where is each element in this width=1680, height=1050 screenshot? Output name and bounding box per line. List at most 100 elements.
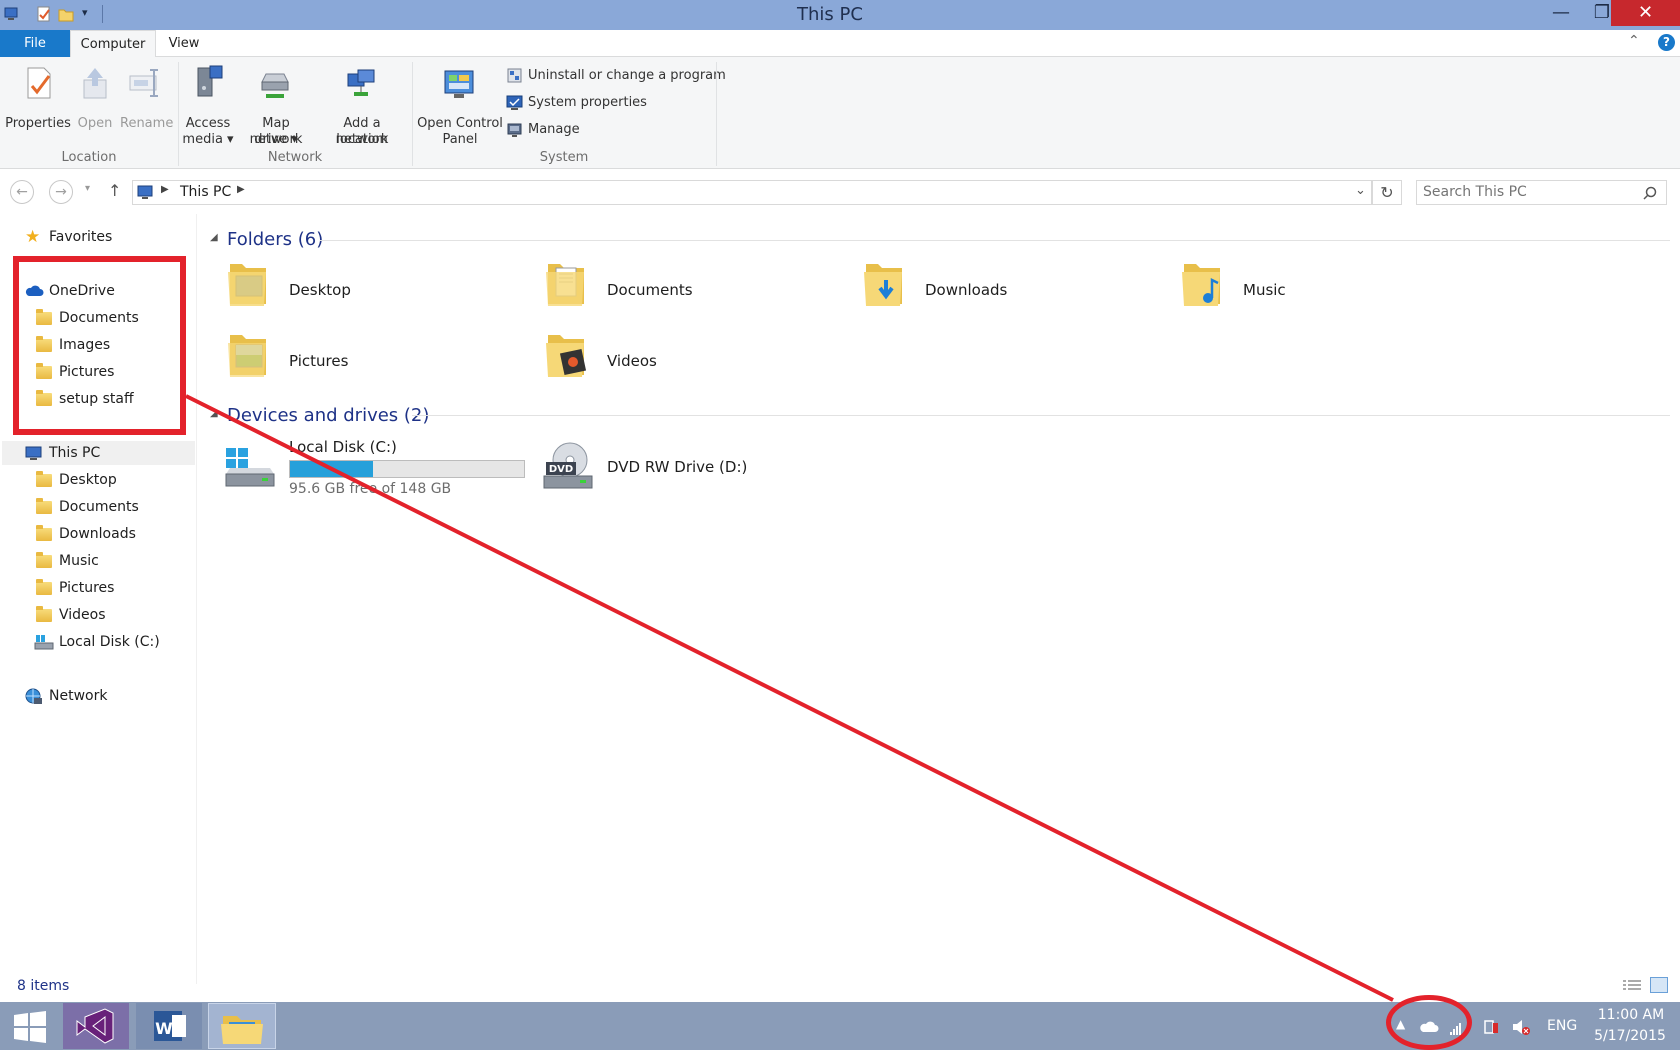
folder-tile-downloads[interactable]: Downloads bbox=[860, 258, 1160, 320]
forward-button[interactable]: → bbox=[49, 180, 73, 204]
nav-music[interactable]: Music bbox=[34, 549, 184, 573]
tab-file[interactable]: File bbox=[0, 30, 70, 57]
nav-desktop[interactable]: Desktop bbox=[34, 468, 184, 492]
nav-network-label: Network bbox=[49, 688, 108, 704]
nav-item-label: Desktop bbox=[59, 472, 117, 488]
window-title: This PC bbox=[797, 4, 863, 25]
collapse-drives-icon[interactable]: ◢ bbox=[210, 408, 218, 419]
breadcrumb-this-pc[interactable]: This PC bbox=[180, 184, 231, 200]
this-pc-icon bbox=[25, 446, 42, 460]
search-input[interactable] bbox=[1423, 184, 1633, 200]
nav-item-label: Pictures bbox=[59, 580, 115, 596]
folder-tile-desktop[interactable]: Desktop bbox=[224, 258, 524, 320]
input-language-indicator[interactable]: ENG bbox=[1547, 1018, 1577, 1034]
start-button[interactable] bbox=[10, 1009, 50, 1045]
ribbon-tab-bar bbox=[0, 30, 1680, 57]
drive-tile-local-disk[interactable]: Local Disk (C:) 95.6 GB free of 148 GB bbox=[220, 434, 530, 500]
system-group-label: System bbox=[539, 150, 589, 165]
open-icon bbox=[83, 68, 107, 99]
address-dropdown-icon[interactable]: ⌄ bbox=[1355, 183, 1366, 198]
close-button[interactable]: ✕ bbox=[1611, 0, 1680, 26]
folder-tile-pictures[interactable]: Pictures bbox=[224, 329, 524, 391]
collapse-ribbon-icon[interactable]: ⌃ bbox=[1628, 33, 1640, 49]
up-button[interactable]: ↑ bbox=[108, 181, 121, 200]
open-button[interactable]: Open bbox=[74, 64, 116, 146]
control-panel-label-1: Open Control bbox=[417, 116, 503, 131]
network-icon bbox=[25, 688, 42, 704]
drives-section-header[interactable]: Devices and drives (2) bbox=[227, 405, 429, 426]
documents-folder-icon bbox=[546, 264, 584, 306]
folder-label: Downloads bbox=[925, 281, 1008, 299]
search-box[interactable] bbox=[1416, 180, 1667, 205]
tab-view[interactable]: View bbox=[156, 30, 212, 57]
volume-muted-icon[interactable] bbox=[1511, 1017, 1531, 1037]
status-item-count: 8 items bbox=[17, 978, 70, 994]
tab-computer[interactable]: Computer bbox=[70, 30, 156, 57]
access-media-button[interactable]: Access media ▾ bbox=[182, 64, 234, 147]
details-view-icon[interactable] bbox=[1622, 978, 1642, 992]
word-taskbar-button[interactable]: W bbox=[136, 1003, 202, 1049]
system-properties-button[interactable]: System properties bbox=[504, 93, 710, 113]
visual-studio-taskbar-button[interactable] bbox=[63, 1003, 129, 1049]
properties-qat-icon[interactable] bbox=[36, 5, 52, 23]
minimize-button[interactable]: — bbox=[1545, 0, 1577, 26]
add-network-location-icon bbox=[347, 69, 375, 96]
nav-local-disk[interactable]: Local Disk (C:) bbox=[34, 630, 184, 654]
file-explorer-taskbar-button[interactable] bbox=[208, 1003, 276, 1049]
breadcrumb-chevron-icon[interactable]: ▶ bbox=[161, 184, 169, 195]
access-media-label-2: media ▾ bbox=[182, 132, 234, 147]
back-button[interactable]: ← bbox=[10, 180, 34, 204]
collapse-folders-icon[interactable]: ◢ bbox=[210, 232, 218, 243]
this-pc-icon[interactable] bbox=[4, 5, 20, 23]
folder-tile-documents[interactable]: Documents bbox=[542, 258, 842, 320]
nav-pictures[interactable]: Pictures bbox=[34, 576, 184, 600]
nav-documents[interactable]: Documents bbox=[34, 495, 184, 519]
help-icon[interactable]: ? bbox=[1658, 34, 1675, 51]
folder-tile-videos[interactable]: Videos bbox=[542, 329, 842, 391]
title-bar: This PC bbox=[0, 0, 1680, 30]
manage-button[interactable]: Manage bbox=[504, 120, 710, 140]
nav-favorites-label: Favorites bbox=[49, 229, 113, 245]
control-panel-icon bbox=[444, 70, 474, 98]
refresh-button[interactable]: ↻ bbox=[1372, 180, 1402, 205]
drive-tile-dvd[interactable]: DVD DVD RW Drive (D:) bbox=[538, 434, 838, 500]
add-network-location-button[interactable]: Add a network location bbox=[318, 64, 406, 147]
clock-time[interactable]: 11:00 AM bbox=[1596, 1007, 1666, 1023]
map-network-drive-button[interactable]: Map network drive ▾ bbox=[236, 64, 316, 147]
recent-locations-icon[interactable]: ▾ bbox=[85, 183, 90, 194]
search-icon[interactable] bbox=[1643, 186, 1657, 200]
uninstall-program-button[interactable]: Uninstall or change a program bbox=[504, 66, 726, 86]
nav-network[interactable]: Network bbox=[22, 684, 192, 708]
breadcrumb-chevron-icon[interactable]: ▶ bbox=[237, 184, 245, 195]
nav-downloads[interactable]: Downloads bbox=[34, 522, 184, 546]
system-properties-icon bbox=[506, 95, 523, 110]
nav-favorites[interactable]: ★ Favorites bbox=[22, 225, 192, 249]
local-disk-icon bbox=[34, 635, 54, 650]
nav-videos[interactable]: Videos bbox=[34, 603, 184, 627]
qat-divider bbox=[102, 5, 103, 23]
disk-usage-bar bbox=[289, 460, 525, 478]
nav-this-pc[interactable]: This PC bbox=[2, 441, 195, 465]
map-drive-label-2: drive ▾ bbox=[254, 132, 298, 147]
power-plug-icon[interactable] bbox=[1480, 1017, 1500, 1037]
rename-button[interactable]: Rename bbox=[120, 64, 173, 146]
properties-button[interactable]: Properties bbox=[4, 64, 72, 146]
access-media-icon bbox=[197, 65, 223, 97]
qat-dropdown-icon[interactable]: ▾ bbox=[82, 6, 88, 19]
folders-section-header[interactable]: Folders (6) bbox=[227, 229, 323, 250]
folder-tile-music[interactable]: Music bbox=[1178, 258, 1478, 320]
folder-label: Pictures bbox=[289, 352, 349, 370]
desktop-folder-icon bbox=[228, 264, 266, 306]
new-folder-qat-icon[interactable] bbox=[58, 5, 74, 23]
svg-text:W: W bbox=[155, 1019, 173, 1038]
address-bar[interactable]: ▶ This PC ▶ ⌄ bbox=[132, 180, 1372, 205]
manage-label: Manage bbox=[528, 122, 580, 137]
desktop-folder-icon bbox=[36, 471, 52, 487]
folder-label: Documents bbox=[607, 281, 693, 299]
network-group-label: Network bbox=[267, 150, 323, 165]
visual-studio-icon bbox=[76, 1008, 114, 1044]
music-folder-icon bbox=[1182, 264, 1220, 306]
clock-date[interactable]: 5/17/2015 bbox=[1592, 1028, 1668, 1044]
large-icons-view-icon[interactable] bbox=[1650, 977, 1668, 993]
open-control-panel-button[interactable]: Open Control Panel bbox=[416, 64, 504, 147]
